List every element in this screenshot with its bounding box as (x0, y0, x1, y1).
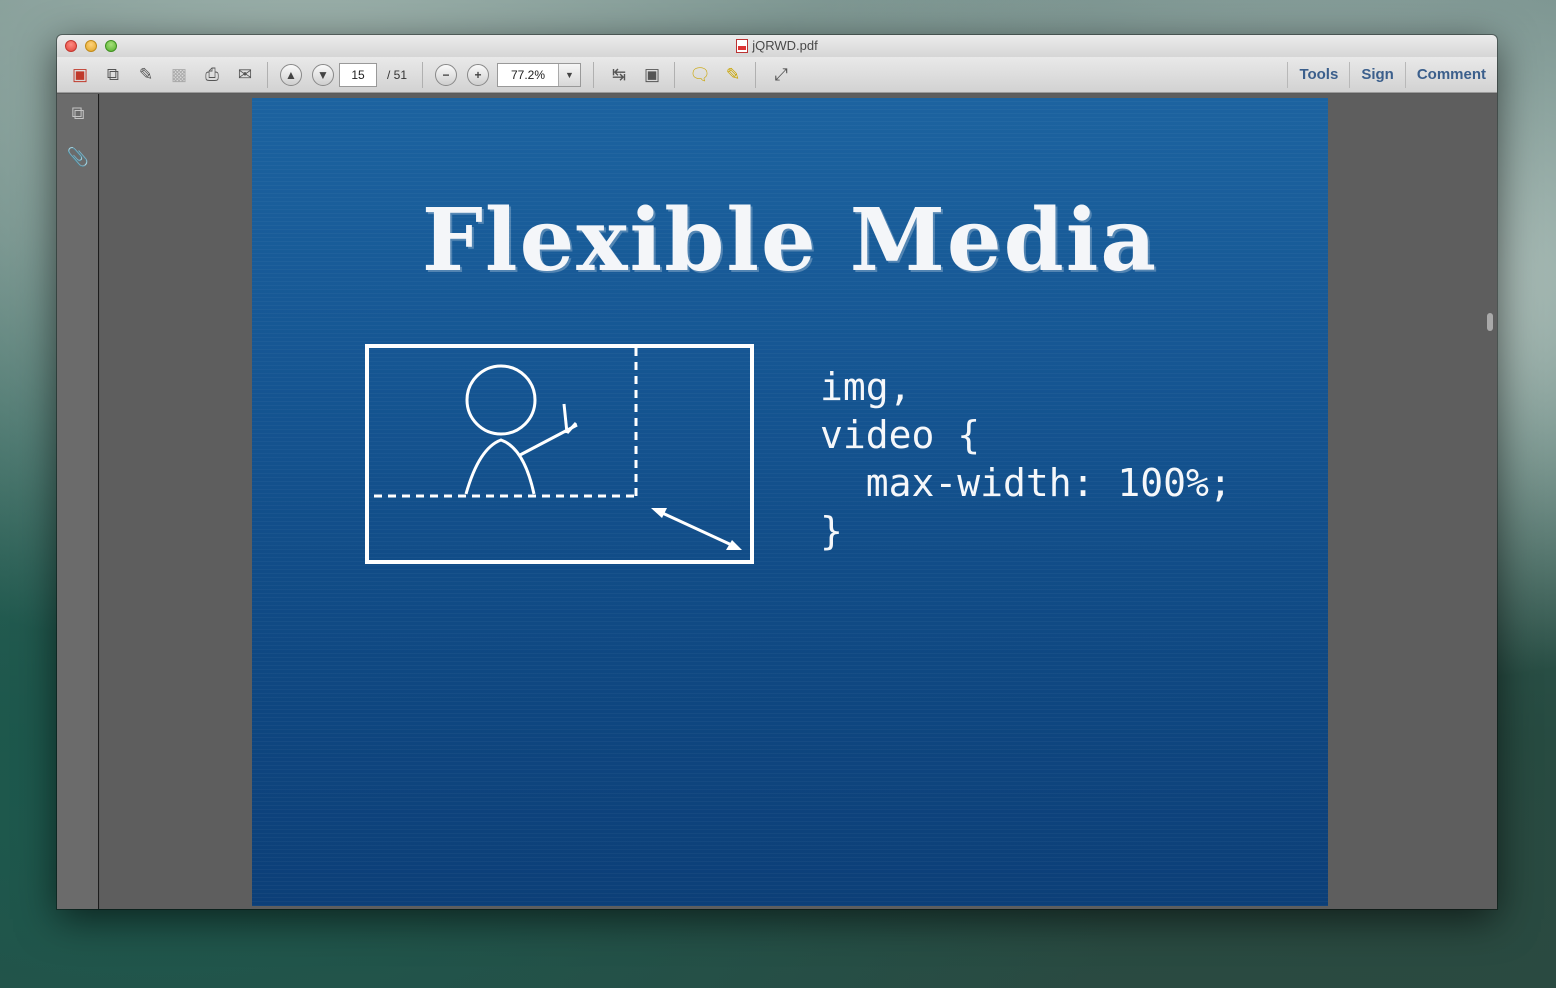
print-icon[interactable]: ⎙ (197, 62, 227, 88)
zoom-value[interactable]: 77.2% (498, 64, 558, 86)
code-line: img, (820, 365, 912, 409)
save-icon[interactable]: ▩ (164, 62, 194, 88)
pdf-file-icon (736, 38, 749, 53)
fit-width-icon[interactable]: ↹ (604, 62, 634, 88)
zoom-out-icon[interactable]: − (435, 63, 458, 86)
vertical-scrollbar[interactable] (1487, 313, 1493, 331)
fit-page-icon[interactable]: ▣ (637, 62, 667, 88)
create-pdf-icon[interactable]: ▣ (65, 62, 95, 88)
full-screen-icon[interactable]: ⤢ (766, 62, 796, 88)
comment-bubble-icon[interactable]: 🗨 (685, 62, 715, 88)
task-panes: Tools Sign Comment (1287, 57, 1497, 92)
page-number-input[interactable]: 15 (339, 62, 377, 87)
pdf-window: jQRWD.pdf ▣ ⧉ ✎ ▩ ⎙ ✉ ▲ ▼ 15 / 51 − + 77… (57, 35, 1497, 909)
next-page-icon[interactable]: ▼ (312, 63, 334, 86)
window-title-text: jQRWD.pdf (752, 38, 818, 53)
document-viewport[interactable]: Flexible Media img, video { max-width: 10… (100, 94, 1497, 909)
slide-title: Flexible Media (421, 190, 1159, 291)
close-button[interactable] (65, 40, 77, 52)
tab-comment[interactable]: Comment (1406, 66, 1497, 83)
zoom-select[interactable]: 77.2% ▼ (497, 62, 582, 87)
page-total: / 51 (387, 67, 408, 82)
highlight-icon[interactable]: ✎ (718, 62, 748, 88)
zoom-button[interactable] (105, 40, 117, 52)
attachments-icon[interactable]: 📎 (67, 146, 89, 168)
page-thumbnails-icon[interactable]: ⧉ (67, 102, 89, 124)
toolbar-divider (755, 61, 757, 88)
toolbar-divider (422, 61, 424, 88)
code-line: video { (820, 413, 981, 457)
title-bar[interactable]: jQRWD.pdf (57, 35, 1497, 57)
toolbar-divider (267, 61, 268, 88)
minimize-button[interactable] (85, 40, 97, 52)
code-line: } (820, 509, 843, 553)
email-icon[interactable]: ✉ (230, 62, 260, 88)
code-snippet: img, video { max-width: 100%;} (820, 363, 1232, 555)
window-title: jQRWD.pdf (736, 38, 818, 53)
combine-files-icon[interactable]: ⧉ (98, 62, 128, 88)
pdf-page: Flexible Media img, video { max-width: 10… (252, 98, 1328, 906)
flexible-media-illustration (365, 344, 754, 564)
toolbar: ▣ ⧉ ✎ ▩ ⎙ ✉ ▲ ▼ 15 / 51 − + 77.2% ▼ ↹ ▣ … (57, 57, 1497, 93)
navigation-sidebar: ⧉ 📎 (57, 94, 99, 909)
edit-document-icon[interactable]: ✎ (131, 62, 161, 88)
toolbar-divider (674, 61, 676, 88)
code-line: max-width: 100%; (820, 461, 1232, 505)
zoom-in-icon[interactable]: + (467, 63, 490, 86)
tab-tools[interactable]: Tools (1288, 66, 1349, 83)
previous-page-icon[interactable]: ▲ (280, 63, 302, 86)
tab-sign[interactable]: Sign (1350, 66, 1405, 83)
chevron-down-icon[interactable]: ▼ (558, 63, 581, 86)
toolbar-divider (593, 61, 595, 88)
